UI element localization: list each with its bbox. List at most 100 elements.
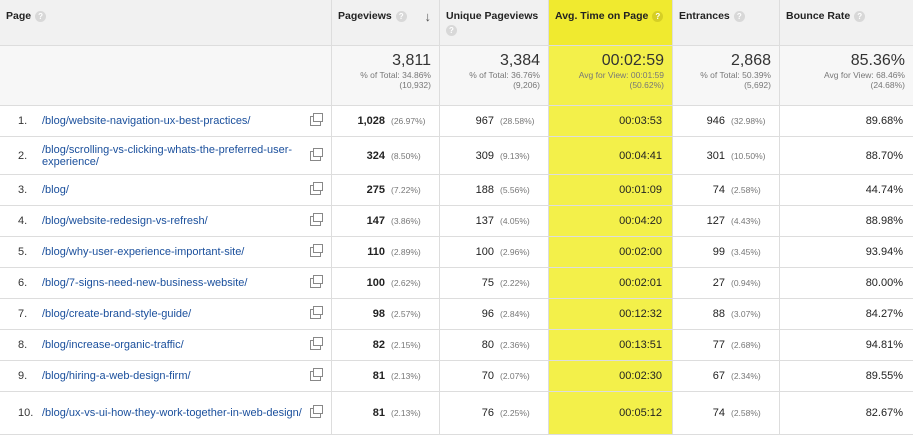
total-sub: (24.68%) — [870, 80, 906, 90]
total-value: 00:02:59 — [601, 52, 664, 69]
page-link[interactable]: /blog/why-user-experience-important-site… — [42, 246, 302, 258]
col-header-page-label: Page — [6, 10, 32, 22]
page-link[interactable]: /blog/ — [42, 184, 302, 196]
entrances-pct: (0.94%) — [731, 278, 761, 288]
entrances-cell: 74 (2.58%) — [673, 392, 780, 435]
page-link[interactable]: /blog/7-signs-need-new-business-website/ — [42, 277, 302, 289]
help-icon[interactable]: ? — [652, 10, 664, 22]
help-icon[interactable]: ? — [395, 10, 407, 22]
total-bounce: 85.36% Avg for View: 68.46% (24.68%) — [780, 46, 913, 106]
external-link-icon[interactable] — [310, 182, 323, 195]
col-header-bounce-rate[interactable]: Bounce Rate? — [780, 0, 913, 46]
table-row: 7. /blog/create-brand-style-guide/98 (2.57… — [0, 299, 913, 330]
unique-pageviews-cell: 76 (2.25%) — [440, 392, 549, 435]
row-number: 2. — [18, 149, 28, 162]
avg-time-value: 00:01:09 — [619, 184, 662, 196]
external-link-icon[interactable] — [310, 244, 323, 257]
avg-time-value: 00:12:32 — [619, 308, 662, 320]
table-row: 8. /blog/increase-organic-traffic/82 (2.15… — [0, 330, 913, 361]
page-cell: 10. /blog/ux-vs-ui-how-they-work-together… — [0, 392, 332, 435]
unique-value: 100 — [475, 246, 494, 258]
entrances-cell: 27 (0.94%) — [673, 268, 780, 299]
total-sub: % of Total: 50.39% — [700, 70, 771, 80]
sort-down-icon[interactable]: ↓ — [425, 9, 432, 24]
col-header-avg-time[interactable]: Avg. Time on Page? — [549, 0, 673, 46]
pageviews-cell: 324 (8.50%) — [332, 137, 440, 175]
avg-time-value: 00:13:51 — [619, 339, 662, 351]
pageviews-value: 147 — [366, 215, 385, 227]
total-unique: 3,384 % of Total: 36.76% (9,206) — [440, 46, 549, 106]
unique-pct: (2.25%) — [500, 408, 530, 418]
page-link[interactable]: /blog/website-navigation-ux-best-practic… — [42, 115, 302, 127]
unique-pct: (4.05%) — [500, 216, 530, 226]
external-link-icon[interactable] — [310, 147, 323, 161]
help-icon[interactable]: ? — [446, 25, 457, 36]
external-link-icon[interactable] — [310, 213, 323, 226]
help-icon[interactable]: ? — [35, 10, 47, 22]
page-link[interactable]: /blog/hiring-a-web-design-firm/ — [42, 370, 302, 382]
unique-pct: (2.84%) — [500, 309, 530, 319]
page-link[interactable]: /blog/scrolling-vs-clicking-whats-the-pr… — [42, 144, 302, 168]
pageviews-pct: (26.97%) — [391, 116, 426, 126]
row-number: 3. — [18, 184, 28, 196]
pageviews-value: 81 — [372, 370, 385, 382]
total-value: 3,384 — [499, 52, 540, 69]
pageviews-cell: 81 (2.13%) — [332, 361, 440, 392]
unique-pageviews-cell: 188 (5.56%) — [440, 175, 549, 206]
entrances-cell: 74 (2.58%) — [673, 175, 780, 206]
avg-time-cell: 00:13:51 — [549, 330, 673, 361]
col-header-entrances[interactable]: Entrances? — [673, 0, 780, 46]
unique-pageviews-cell: 309 (9.13%) — [440, 137, 549, 175]
help-icon[interactable]: ? — [733, 10, 745, 22]
total-value: 3,811 — [392, 52, 431, 69]
entrances-cell: 946 (32.98%) — [673, 106, 780, 137]
external-link-icon[interactable] — [310, 113, 323, 126]
unique-value: 309 — [475, 149, 494, 162]
col-header-page[interactable]: Page? — [0, 0, 332, 46]
col-header-entrances-label: Entrances — [679, 10, 730, 22]
total-sub: (50.62%) — [629, 80, 665, 90]
pageviews-value: 98 — [372, 308, 385, 320]
header-row: Page? Pageviews? ↓ Unique Pageviews? Avg… — [0, 0, 913, 46]
total-sub: (9,206) — [513, 80, 540, 90]
pageviews-pct: (3.86%) — [391, 216, 421, 226]
page-link[interactable]: /blog/website-redesign-vs-refresh/ — [42, 215, 302, 227]
col-header-bounce-label: Bounce Rate — [786, 10, 851, 22]
unique-value: 80 — [481, 339, 494, 351]
page-cell: 3. /blog/ — [0, 175, 332, 206]
entrances-cell: 77 (2.68%) — [673, 330, 780, 361]
unique-value: 137 — [475, 215, 494, 227]
external-link-icon[interactable] — [310, 368, 323, 381]
row-number: 8. — [18, 339, 28, 351]
external-link-icon[interactable] — [310, 275, 323, 288]
page-link[interactable]: /blog/ux-vs-ui-how-they-work-together-in… — [42, 407, 302, 419]
table-row: 5. /blog/why-user-experience-important-si… — [0, 237, 913, 268]
external-link-icon[interactable] — [310, 306, 323, 319]
row-number: 5. — [18, 246, 28, 258]
analytics-table: Page? Pageviews? ↓ Unique Pageviews? Avg… — [0, 0, 913, 435]
page-link[interactable]: /blog/create-brand-style-guide/ — [42, 308, 302, 320]
external-link-icon[interactable] — [310, 405, 323, 418]
entrances-value: 27 — [712, 277, 725, 289]
avg-time-cell: 00:01:09 — [549, 175, 673, 206]
pageviews-value: 100 — [366, 277, 385, 289]
help-icon[interactable]: ? — [854, 10, 866, 22]
bounce-rate-cell: 93.94% — [780, 237, 913, 268]
entrances-pct: (4.43%) — [731, 216, 761, 226]
page-cell: 5. /blog/why-user-experience-important-si… — [0, 237, 332, 268]
col-header-pageviews[interactable]: Pageviews? ↓ — [332, 0, 440, 46]
avg-time-cell: 00:02:01 — [549, 268, 673, 299]
pageviews-cell: 275 (7.22%) — [332, 175, 440, 206]
page-link[interactable]: /blog/increase-organic-traffic/ — [42, 339, 302, 351]
external-link-icon[interactable] — [310, 337, 323, 350]
entrances-pct: (2.58%) — [731, 185, 761, 195]
col-header-unique-pageviews[interactable]: Unique Pageviews? — [440, 0, 549, 46]
pageviews-pct: (2.57%) — [391, 309, 421, 319]
unique-value: 75 — [481, 277, 494, 289]
pageviews-pct: (2.13%) — [391, 371, 421, 381]
total-sub: Avg for View: 68.46% — [824, 70, 905, 80]
pageviews-pct: (2.89%) — [391, 247, 421, 257]
row-number: 9. — [18, 370, 28, 382]
unique-value: 70 — [481, 370, 494, 382]
unique-pct: (2.22%) — [500, 278, 530, 288]
